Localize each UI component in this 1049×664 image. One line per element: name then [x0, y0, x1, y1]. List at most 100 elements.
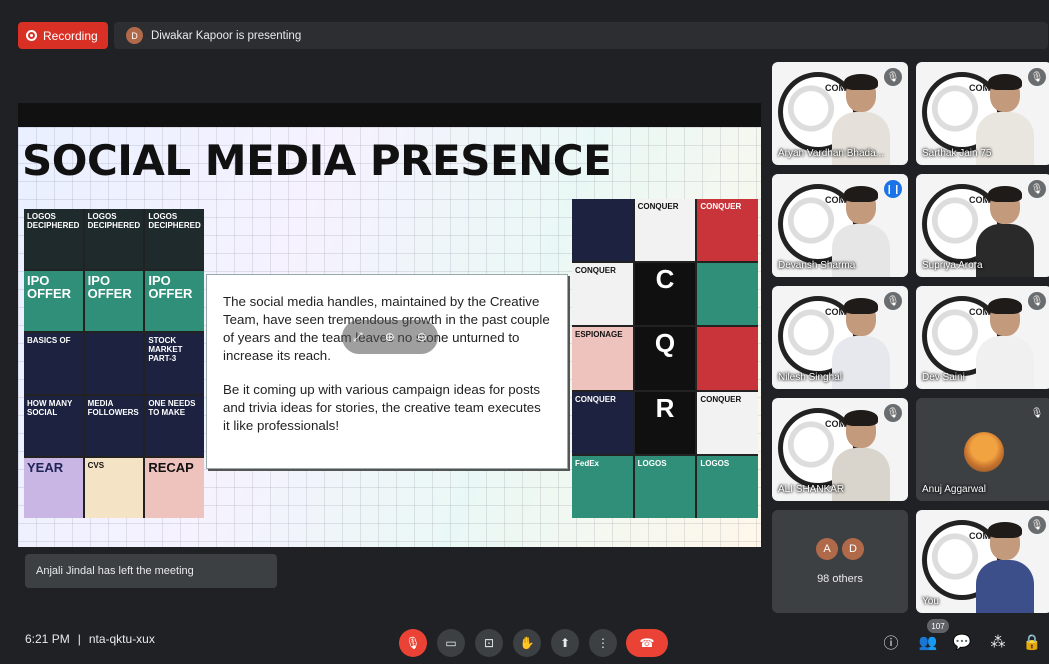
post-thumbnail: BASICS OF: [24, 333, 83, 394]
more-vert-icon: ⋮: [597, 636, 609, 650]
post-thumbnail: ONE NEEDS TO MAKE: [145, 395, 204, 456]
participant-name: ALI SHANKAR: [778, 484, 845, 495]
post-thumbnail: LOGOS DECIPHERED: [145, 209, 204, 270]
participant-name: Supriya Arora: [922, 260, 983, 271]
post-thumbnail-text: C: [655, 264, 675, 295]
meeting-code[interactable]: nta-qktu-xux: [89, 632, 155, 646]
post-thumbnail-text: CONQUER: [700, 202, 742, 211]
chat-button[interactable]: 💬: [951, 631, 973, 653]
mic-off-icon: 🎙: [1028, 180, 1046, 198]
more-options-button[interactable]: ⋮: [589, 629, 617, 657]
present-button[interactable]: ⬆: [551, 629, 579, 657]
self-tile[interactable]: 🎙 You: [916, 510, 1049, 613]
mic-off-icon: 🎙: [1028, 404, 1046, 422]
post-thumbnail: [84, 333, 144, 394]
participant-name: Nilesh Singhal: [778, 372, 842, 383]
microphone-button[interactable]: 🎙: [399, 629, 427, 657]
others-tile[interactable]: A D 98 others: [772, 510, 908, 613]
recording-indicator[interactable]: Recording: [18, 22, 108, 49]
stage-letterbox: [18, 103, 761, 127]
post-thumbnail-text: LOGOS: [637, 458, 667, 468]
participant-tile[interactable]: 🎙 Sarthak Jain 75: [916, 62, 1049, 165]
meeting-details-button[interactable]: ⓘ: [880, 631, 902, 653]
fullscreen-icon[interactable]: ⤢: [353, 330, 363, 345]
post-thumbnail: LOGOS DECIPHERED: [84, 209, 144, 270]
participant-video: [976, 186, 1034, 277]
post-thumbnail-text: CVS: [87, 460, 105, 470]
slide-textbox: The social media handles, maintained by …: [206, 274, 568, 469]
host-controls-button[interactable]: 🔒: [1021, 631, 1043, 653]
participant-tile[interactable]: 🎙 Anuj Aggarwal: [916, 398, 1049, 501]
captions-button[interactable]: ⊡: [475, 629, 503, 657]
participant-tile[interactable]: 🎙 Aryan Vardhan Bhada...: [772, 62, 908, 165]
post-thumbnail: LOGOS: [697, 455, 758, 518]
speaking-icon: ❙❙: [884, 180, 902, 198]
post-thumbnail: IPO OFFER: [145, 271, 204, 332]
mic-off-icon: 🎙: [884, 68, 902, 86]
zoom-icon[interactable]: ⊖: [417, 330, 427, 344]
post-thumbnail-text: CONQUER: [700, 394, 742, 404]
participant-tile[interactable]: 🎙 ALI SHANKAR: [772, 398, 908, 501]
post-thumbnail: [572, 199, 633, 262]
post-thumbnail: [697, 327, 758, 390]
activities-button[interactable]: ⁂: [987, 631, 1009, 653]
presentation-overlay-controls[interactable]: ⤢ ⊕ ⊖: [342, 320, 438, 354]
presentation-slide: SOCIAL MEDIA PRESENCE LOGOS DECIPHERED LO…: [18, 127, 761, 547]
participant-video: [976, 298, 1034, 389]
call-controls-bar: 6:21 PM | nta-qktu-xux 🎙 ▭ ⊡ ✋ ⬆ ⋮ ☎ ⓘ 👥…: [0, 619, 1049, 664]
post-thumbnail: C: [634, 263, 696, 326]
info-icon: ⓘ: [883, 634, 899, 652]
participant-name: Dev Saini: [922, 372, 965, 383]
participant-name: You: [922, 596, 939, 607]
participant-name: Sarthak Jain 75: [922, 148, 992, 159]
avatar: A: [816, 538, 838, 560]
post-thumbnail: CONQUER: [697, 199, 758, 262]
participant-tile[interactable]: 🎙 Nilesh Singhal: [772, 286, 908, 389]
participant-name: Anuj Aggarwal: [922, 484, 986, 495]
captions-icon: ⊡: [483, 636, 495, 650]
mic-off-icon: 🎙: [1028, 68, 1046, 86]
avatar: D: [842, 538, 864, 560]
post-thumbnail: ESPIONAGE: [572, 327, 633, 390]
chat-icon: 💬: [952, 634, 972, 651]
participant-name: Devansh Sharma: [778, 260, 856, 271]
post-thumbnail-text: ESPIONAGE: [575, 330, 623, 340]
left-post-grid: LOGOS DECIPHERED LOGOS DECIPHERED LOGOS DE…: [24, 209, 204, 518]
participant-count-badge: 107: [927, 619, 949, 633]
leave-call-button[interactable]: ☎: [626, 629, 668, 657]
participant-tile[interactable]: ❙❙ Devansh Sharma: [772, 174, 908, 277]
mic-off-icon: 🎙: [884, 292, 902, 310]
participant-name: Aryan Vardhan Bhada...: [778, 148, 884, 159]
post-thumbnail-text: RECAP: [148, 459, 194, 475]
others-avatars: A D: [816, 538, 864, 560]
post-thumbnail: LOGOS: [634, 455, 696, 518]
post-thumbnail: CONQUER: [697, 391, 758, 454]
post-thumbnail: LOGOS DECIPHERED: [24, 209, 83, 270]
participant-tile[interactable]: 🎙 Supriya Arora: [916, 174, 1049, 277]
post-thumbnail-text: IPO OFFER: [27, 273, 72, 302]
post-thumbnail: [697, 263, 758, 326]
raise-hand-button[interactable]: ✋: [513, 629, 541, 657]
camera-button[interactable]: ▭: [437, 629, 465, 657]
camera-icon: ▭: [445, 636, 457, 650]
post-thumbnail: HOW MANY SOCIAL: [24, 395, 83, 456]
post-thumbnail-text: CONQUER: [575, 394, 616, 404]
presenter-avatar: D: [126, 27, 143, 44]
notification-toast: Anjali Jindal has left the meeting: [25, 554, 277, 588]
pin-icon[interactable]: ⊕: [385, 330, 395, 344]
participant-tile[interactable]: 🎙 Dev Saini: [916, 286, 1049, 389]
people-icon: 👥: [918, 634, 938, 651]
recording-label: Recording: [43, 28, 98, 43]
people-button[interactable]: 👥: [917, 631, 939, 653]
presenter-banner: D Diwakar Kapoor is presenting: [114, 22, 1048, 49]
post-thumbnail-text: LOGOS: [700, 458, 730, 468]
post-thumbnail-text: IPO OFFER: [148, 273, 193, 302]
post-thumbnail: RECAP: [145, 457, 204, 518]
avatar: [964, 432, 1004, 472]
mic-off-icon: 🎙: [884, 404, 902, 422]
hand-icon: ✋: [519, 636, 535, 650]
mic-off-icon: 🎙: [1028, 516, 1046, 534]
post-thumbnail-text: R: [655, 392, 675, 423]
post-thumbnail: IPO OFFER: [84, 271, 144, 332]
divider: |: [77, 632, 81, 646]
